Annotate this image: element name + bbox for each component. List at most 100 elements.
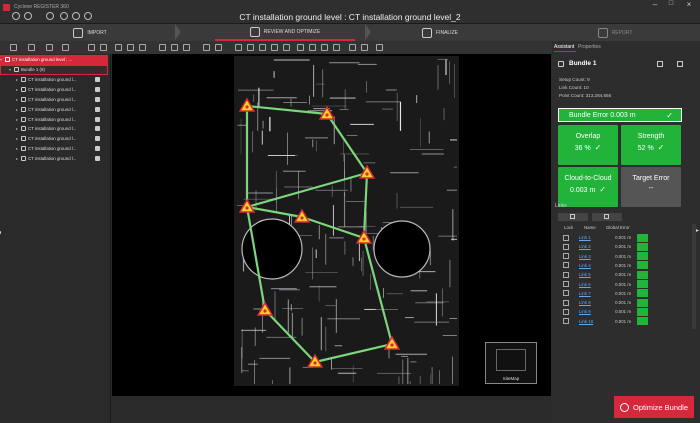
- optimize-bundle-button[interactable]: Optimize Bundle: [614, 396, 694, 418]
- camera-icon[interactable]: [159, 44, 166, 51]
- step-import[interactable]: IMPORT: [60, 24, 120, 41]
- tree-setup-item[interactable]: ▸ CT installation ground l...: [0, 114, 108, 124]
- lock-checkbox[interactable]: [563, 308, 569, 315]
- link-row[interactable]: Link 8 0.001 m: [560, 298, 678, 307]
- cube-view-icon[interactable]: [171, 44, 178, 51]
- minimize-button[interactable]: –: [648, 0, 662, 11]
- link-row[interactable]: Link 4 0.001 m: [560, 261, 678, 270]
- preview-icon[interactable]: [95, 116, 100, 122]
- lock-checkbox[interactable]: [563, 299, 569, 306]
- target-error-tile[interactable]: Target Error --: [621, 167, 681, 207]
- tab-properties[interactable]: Properties: [578, 44, 601, 50]
- bundle-delete-icon[interactable]: [677, 61, 683, 67]
- link-row[interactable]: Link 1 0.001 m: [560, 233, 678, 242]
- lock-checkbox[interactable]: [563, 318, 569, 325]
- preview-icon[interactable]: [95, 145, 100, 151]
- tree-setup-item[interactable]: ▸ CT installation ground l...: [0, 144, 108, 154]
- target-icon[interactable]: [247, 44, 254, 51]
- point-cloud-viewport[interactable]: SiteMap: [112, 54, 551, 396]
- preview-icon[interactable]: [95, 106, 100, 112]
- fit-view-icon[interactable]: [115, 44, 122, 51]
- preview-icon[interactable]: [95, 77, 100, 83]
- box-icon[interactable]: [283, 44, 290, 51]
- link-name[interactable]: Link 10: [579, 319, 599, 324]
- link-row[interactable]: Link 3 0.001 m: [560, 252, 678, 261]
- grid-icon[interactable]: [183, 44, 190, 51]
- group-icon[interactable]: [46, 44, 53, 51]
- remove-link-button[interactable]: [592, 213, 622, 221]
- tree-setup-item[interactable]: ▸ CT installation ground l...: [0, 134, 108, 144]
- view-mode-icon[interactable]: [349, 44, 356, 51]
- tree-setup-item[interactable]: ▸ CT installation ground l...: [0, 75, 108, 85]
- lock-checkbox[interactable]: [563, 271, 569, 278]
- link-name[interactable]: Link 4: [579, 263, 599, 268]
- overlap-tile[interactable]: Overlap 36 % ✓: [558, 125, 618, 165]
- tree-setup-item[interactable]: ▸ CT installation ground l...: [0, 85, 108, 95]
- collapse-right-panel-handle[interactable]: ▸: [696, 227, 700, 237]
- link-row[interactable]: Link 7 0.001 m: [560, 289, 678, 298]
- tree-setup-item[interactable]: ▸ CT installation ground l...: [0, 153, 108, 163]
- lock-checkbox[interactable]: [563, 253, 569, 260]
- lock-checkbox[interactable]: [563, 234, 569, 241]
- link-name[interactable]: Link 2: [579, 244, 599, 249]
- link-name[interactable]: Link 3: [579, 254, 599, 259]
- link-row[interactable]: Link 10 0.001 m: [560, 317, 678, 326]
- close-button[interactable]: ×: [682, 0, 696, 11]
- preview-icon[interactable]: [95, 87, 100, 93]
- link-name[interactable]: Link 8: [579, 300, 599, 305]
- link-icon[interactable]: [28, 44, 35, 51]
- tree-project-item[interactable]: ▾ CT installation ground level : ...: [0, 55, 108, 65]
- select-icon[interactable]: [139, 44, 146, 51]
- link-name[interactable]: Link 1: [579, 235, 599, 240]
- tree-setup-item[interactable]: ▸ CT installation ground l...: [0, 124, 108, 134]
- strength-tile[interactable]: Strength 52 % ✓: [621, 125, 681, 165]
- tree-setup-item[interactable]: ▸ CT installation ground l...: [0, 104, 108, 114]
- bundle-menu-icon[interactable]: [657, 61, 663, 67]
- step-finalize[interactable]: FINALIZE: [410, 24, 470, 41]
- settings-icon[interactable]: [100, 44, 107, 51]
- preview-icon[interactable]: [95, 155, 100, 161]
- pin-icon[interactable]: [297, 44, 304, 51]
- color-icon[interactable]: [309, 44, 316, 51]
- tree-view-icon[interactable]: [10, 44, 17, 51]
- link-row[interactable]: Link 9 0.001 m: [560, 307, 678, 316]
- step-report[interactable]: REPORT: [590, 24, 640, 41]
- link-row[interactable]: Link 5 0.001 m: [560, 270, 678, 279]
- filter-icon[interactable]: [62, 44, 69, 51]
- step-review-optimize[interactable]: REVIEW AND OPTIMIZE: [215, 24, 355, 41]
- lock-checkbox[interactable]: [563, 243, 569, 250]
- add-link-button[interactable]: [558, 213, 588, 221]
- tab-assistant[interactable]: Assistant: [554, 44, 574, 50]
- eraser-icon[interactable]: [259, 44, 266, 51]
- link-name[interactable]: Link 5: [579, 272, 599, 277]
- collapse-left-panel-handle[interactable]: ◂: [0, 229, 4, 239]
- display-options-icon[interactable]: [333, 44, 340, 51]
- preview-icon[interactable]: [95, 136, 100, 142]
- links-scrollbar[interactable]: [692, 224, 696, 329]
- layers-icon[interactable]: [215, 44, 222, 51]
- preview-icon[interactable]: [95, 126, 100, 132]
- lock-checkbox[interactable]: [563, 281, 569, 288]
- dropdown-icon[interactable]: [361, 44, 368, 51]
- options-menu-icon[interactable]: [376, 44, 383, 51]
- zoom-icon[interactable]: [127, 44, 134, 51]
- sitemap-thumbnail[interactable]: SiteMap: [485, 342, 537, 384]
- measure-icon[interactable]: [203, 44, 210, 51]
- clip-icon[interactable]: [235, 44, 242, 51]
- pencil-icon[interactable]: [271, 44, 278, 51]
- bundle-error-bar[interactable]: Bundle Error 0.003 m ✓: [558, 108, 682, 122]
- link-name[interactable]: Link 7: [579, 291, 599, 296]
- link-row[interactable]: Link 6 0.001 m: [560, 280, 678, 289]
- lock-checkbox[interactable]: [563, 290, 569, 297]
- link-name[interactable]: Link 6: [579, 282, 599, 287]
- intensity-icon[interactable]: [321, 44, 328, 51]
- visibility-icon[interactable]: [88, 44, 95, 51]
- maximize-button[interactable]: □: [664, 0, 678, 11]
- preview-icon[interactable]: [95, 96, 100, 102]
- cloud-to-cloud-tile[interactable]: Cloud-to-Cloud 0.003 m ✓: [558, 167, 618, 207]
- tree-setup-item[interactable]: ▸ CT installation ground l...: [0, 95, 108, 105]
- lock-checkbox[interactable]: [563, 262, 569, 269]
- link-row[interactable]: Link 2 0.001 m: [560, 242, 678, 251]
- link-name[interactable]: Link 9: [579, 309, 599, 314]
- tree-bundle-item[interactable]: ▾ Bundle 1 (9): [0, 65, 108, 75]
